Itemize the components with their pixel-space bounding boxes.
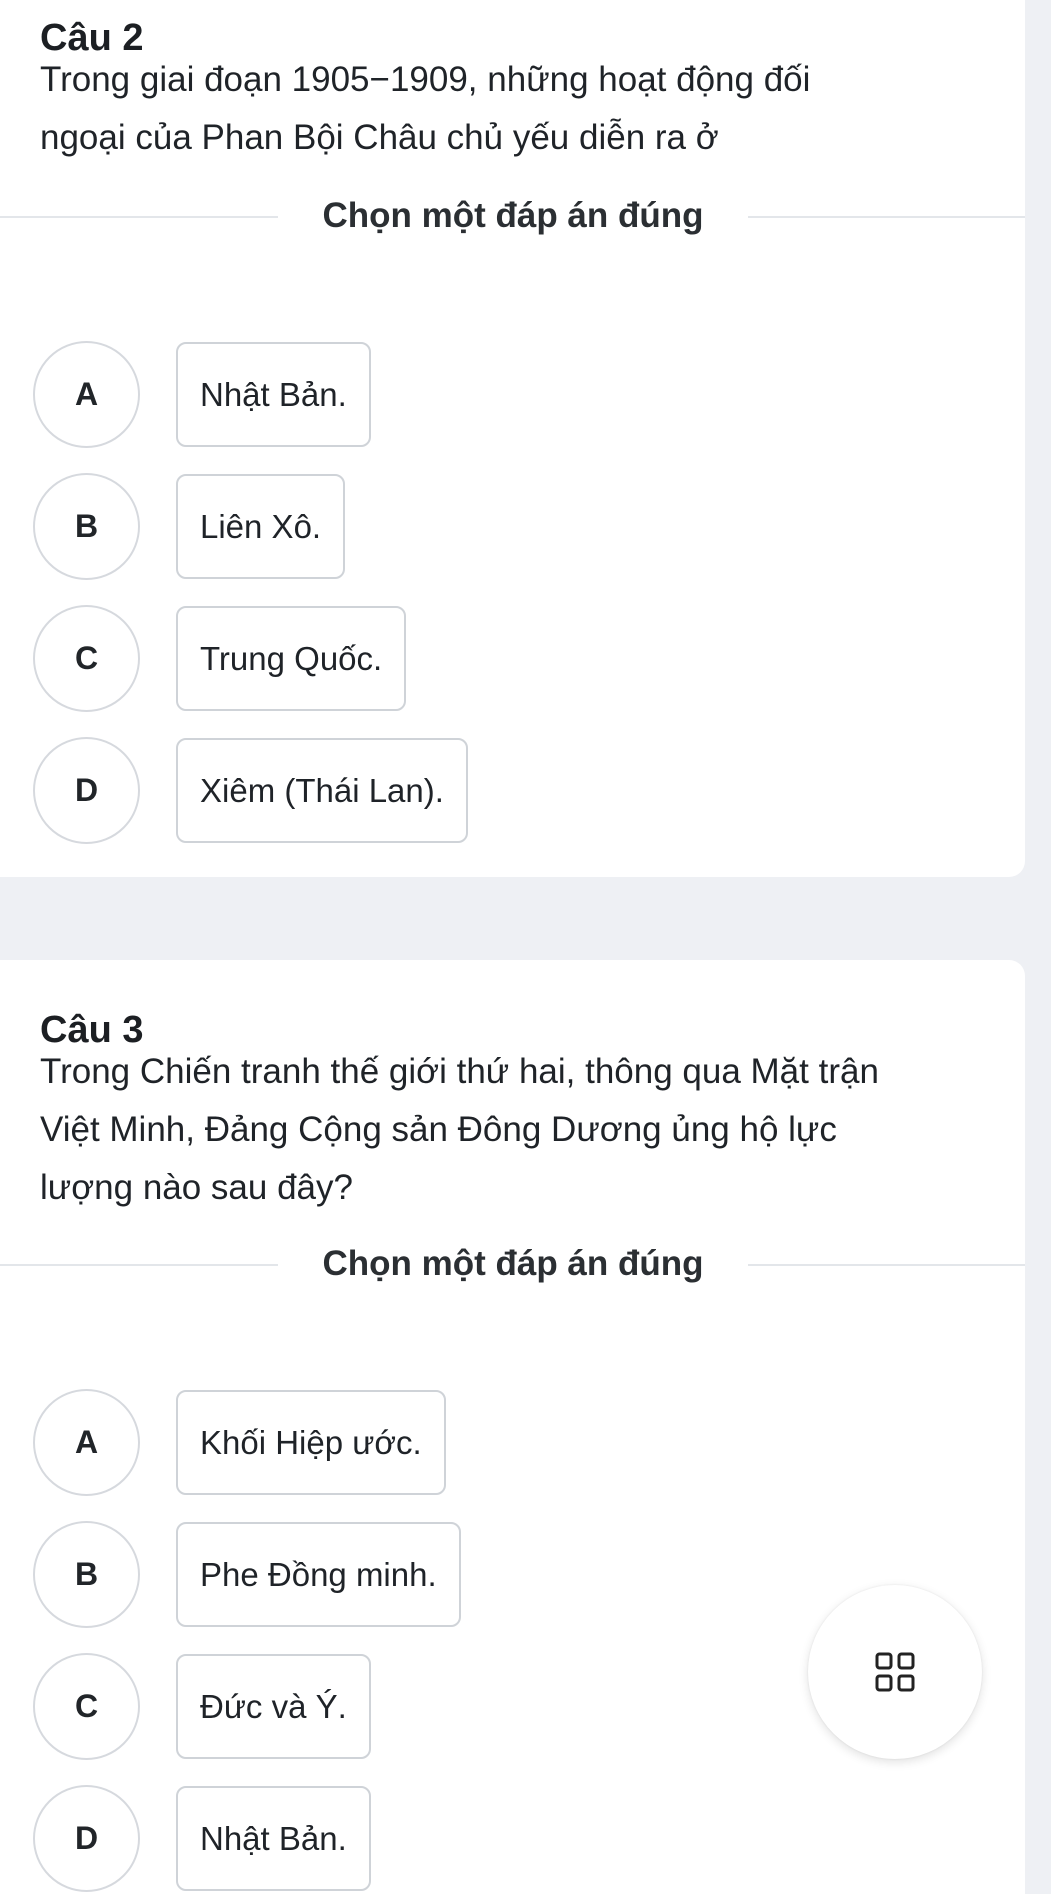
instruction-label: Chọn một đáp án đúng (322, 196, 704, 235)
option-text[interactable]: Nhật Bản. (176, 1786, 371, 1891)
option-letter[interactable]: B (33, 1521, 140, 1628)
instruction-divider: Chọn một đáp án đúng (0, 1242, 1025, 1286)
grid-icon (875, 1652, 915, 1692)
divider-line (0, 1264, 278, 1266)
option-letter[interactable]: C (33, 605, 140, 712)
option-text[interactable]: Phe Đồng minh. (176, 1522, 461, 1627)
question-grid-button[interactable] (808, 1585, 982, 1759)
divider-line (748, 216, 1025, 218)
divider-line (0, 216, 278, 218)
option-letter[interactable]: C (33, 1653, 140, 1760)
option-letter[interactable]: D (33, 737, 140, 844)
quiz-page: Câu 2 Trong giai đoạn 1905−1909, những h… (0, 0, 1051, 1894)
option-text[interactable]: Xiêm (Thái Lan). (176, 738, 468, 843)
question-text-line: lượng nào sau đây? (40, 1168, 353, 1207)
option-letter[interactable]: D (33, 1785, 140, 1892)
question-text-line: Việt Minh, Đảng Cộng sản Đông Dương ủng … (40, 1110, 837, 1149)
question-card: Câu 2 Trong giai đoạn 1905−1909, những h… (0, 0, 1025, 877)
option-letter[interactable]: A (33, 1389, 140, 1496)
question-text: Trong giai đoạn 1905−1909, những hoạt độ… (40, 51, 980, 167)
option-letter[interactable]: A (33, 341, 140, 448)
question-text-line: Trong giai đoạn 1905−1909, những hoạt độ… (40, 60, 811, 99)
option-letter[interactable]: B (33, 473, 140, 580)
option-text[interactable]: Đức và Ý. (176, 1654, 371, 1759)
option-text[interactable]: Trung Quốc. (176, 606, 407, 711)
option-text[interactable]: Khối Hiệp ước. (176, 1390, 446, 1495)
question-text: Trong Chiến tranh thế giới thứ hai, thôn… (40, 1043, 980, 1217)
instruction-label: Chọn một đáp án đúng (322, 1244, 704, 1283)
divider-line (748, 1264, 1025, 1266)
question-text-line: Trong Chiến tranh thế giới thứ hai, thôn… (40, 1052, 879, 1091)
question-text-line: ngoại của Phan Bội Châu chủ yếu diễn ra … (40, 118, 719, 157)
option-text[interactable]: Liên Xô. (176, 474, 346, 579)
option-text[interactable]: Nhật Bản. (176, 342, 371, 447)
instruction-divider: Chọn một đáp án đúng (0, 194, 1025, 238)
